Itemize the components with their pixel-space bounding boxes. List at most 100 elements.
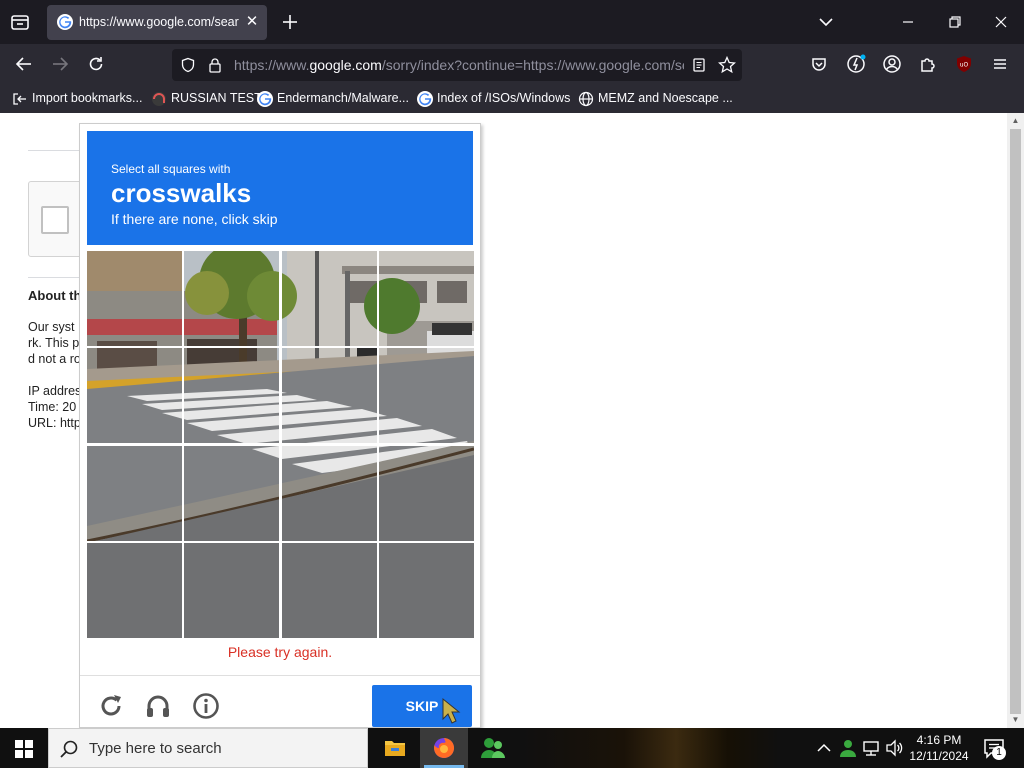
scroll-up-arrow-icon[interactable]: ▲ [1010, 116, 1021, 126]
star-bookmark-icon[interactable] [718, 56, 736, 74]
start-button[interactable] [0, 728, 48, 768]
reload-button[interactable] [86, 54, 106, 74]
image-tile[interactable] [282, 543, 377, 638]
image-tile[interactable] [87, 348, 182, 443]
url-text[interactable]: https://www.google.com/sorry/index?conti… [234, 57, 684, 73]
bookmark-endermanch-malware[interactable]: Endermanch/Malware... [257, 90, 409, 108]
vpn-button[interactable] [846, 54, 866, 74]
taskbar-clock[interactable]: 4:16 PM 12/11/2024 [906, 732, 972, 764]
tile-image [184, 251, 279, 346]
audio-challenge-button[interactable] [144, 692, 172, 720]
close-tab-icon[interactable]: ✕ [243, 13, 261, 31]
forward-button[interactable] [50, 54, 70, 74]
image-tile[interactable] [87, 446, 182, 541]
notification-count-badge: 1 [992, 746, 1006, 760]
error-message: Please try again. [227, 644, 333, 660]
about-heading: About th [28, 288, 82, 303]
tray-people-app[interactable] [838, 738, 858, 758]
bookmark-memz-noescape[interactable]: MEMZ and Noescape ... [578, 90, 733, 108]
shield-icon [181, 57, 195, 73]
tile-image [379, 348, 474, 443]
taskbar-search-box[interactable]: Type here to search [48, 728, 368, 768]
volume-control[interactable] [884, 738, 904, 758]
reader-view-icon[interactable] [691, 57, 707, 73]
tile-image [87, 251, 182, 346]
import-icon [13, 93, 26, 105]
image-tile[interactable] [87, 543, 182, 638]
body-text-line: Our syst [28, 320, 75, 334]
bookmark-index-isos[interactable]: Index of /ISOs/Windows [417, 90, 570, 108]
action-center-button[interactable]: 1 [982, 736, 1006, 760]
app-menu-button[interactable] [990, 54, 1010, 74]
tile-image [282, 543, 377, 638]
image-tile[interactable] [379, 348, 474, 443]
reload-icon [89, 57, 103, 71]
taskbar-firefox[interactable] [420, 728, 468, 768]
tile-image [282, 446, 377, 541]
list-all-tabs-button[interactable] [816, 12, 836, 32]
body-text-line: rk. This p [28, 336, 80, 350]
help-button[interactable] [192, 692, 220, 720]
page-scrollbar[interactable]: ▲ ▼ [1007, 113, 1024, 728]
restore-button[interactable] [945, 12, 965, 32]
image-tile[interactable] [282, 251, 377, 346]
extensions-button[interactable] [918, 54, 938, 74]
image-tile[interactable] [282, 446, 377, 541]
network-status[interactable] [861, 738, 881, 758]
bookmarks-toolbar: Import bookmarks... RUSSIAN TEST Enderma… [0, 85, 1024, 113]
address-bar[interactable]: https://www.google.com/sorry/index?conti… [172, 49, 742, 81]
new-tab-button[interactable] [279, 11, 301, 33]
tile-image [282, 348, 377, 443]
challenge-header: Select all squares with crosswalks If th… [87, 131, 473, 245]
account-button[interactable] [882, 54, 902, 74]
globe-icon [578, 91, 594, 107]
reload-icon [101, 695, 121, 716]
scroll-down-arrow-icon[interactable]: ▼ [1010, 715, 1021, 725]
tab-google-search[interactable]: https://www.google.com/search?q= ✕ [47, 5, 267, 40]
close-window-button[interactable] [991, 12, 1011, 32]
image-tile[interactable] [184, 251, 279, 346]
minimize-button[interactable] [898, 12, 918, 32]
recaptcha-checkbox[interactable] [41, 206, 69, 234]
hamburger-icon [994, 59, 1006, 69]
github-icon [152, 92, 166, 106]
back-button[interactable] [14, 54, 34, 74]
tile-image [282, 251, 377, 346]
body-text-line: d not a ro [28, 352, 81, 366]
scrollbar-thumb[interactable] [1010, 129, 1021, 714]
windows-logo-icon [15, 740, 33, 758]
image-tile[interactable] [87, 251, 182, 346]
headphones-icon [147, 695, 169, 717]
image-tile[interactable] [184, 543, 279, 638]
pocket-button[interactable] [809, 54, 829, 74]
ublock-button[interactable]: uO [954, 54, 974, 74]
navigation-toolbar: https://www.google.com/sorry/index?conti… [0, 44, 1024, 85]
image-tile[interactable] [184, 348, 279, 443]
tile-image [184, 543, 279, 638]
tile-image [379, 446, 474, 541]
show-hidden-icons-button[interactable] [814, 738, 834, 758]
taskbar-people-app[interactable] [469, 728, 517, 768]
skip-button[interactable]: SKIP [372, 685, 472, 727]
clock-date: 12/11/2024 [909, 749, 969, 763]
clock-time: 4:16 PM [916, 733, 962, 747]
reload-challenge-button[interactable] [97, 692, 125, 720]
bookmark-russian-test[interactable]: RUSSIAN TEST [151, 90, 262, 108]
challenge-target: crosswalks [111, 178, 252, 208]
taskbar-background [520, 728, 780, 768]
image-tile[interactable] [282, 348, 377, 443]
challenge-instruction: Select all squares with [111, 162, 231, 176]
google-icon [257, 91, 273, 107]
time-line: Time: 20 [28, 400, 77, 414]
bookmark-import[interactable]: Import bookmarks... [12, 90, 144, 108]
taskbar-file-explorer[interactable] [371, 728, 419, 768]
image-tile[interactable] [379, 446, 474, 541]
puzzle-icon [921, 58, 935, 72]
firefox-icon [434, 737, 455, 758]
image-tile[interactable] [379, 251, 474, 346]
tab-bar: https://www.google.com/search?q= ✕ [0, 0, 1024, 44]
image-tile[interactable] [184, 446, 279, 541]
tab-list-button[interactable] [8, 10, 32, 34]
image-tile[interactable] [379, 543, 474, 638]
chevron-down-icon [819, 18, 833, 27]
